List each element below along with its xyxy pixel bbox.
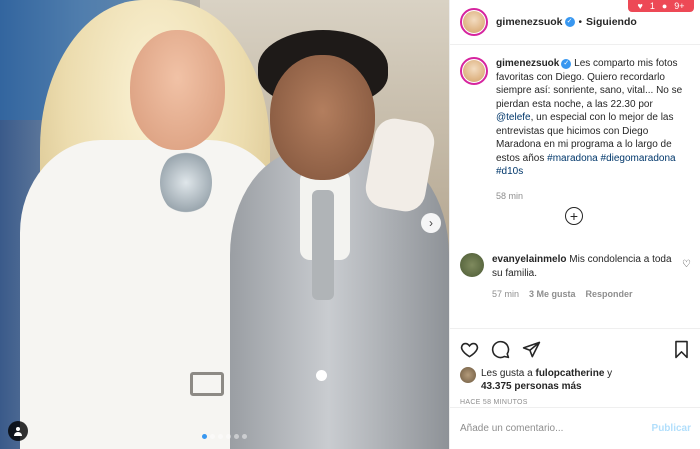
post-timestamp: HACE 58 MINUTOS: [460, 399, 528, 406]
post-header: gimenezsuok ✓ • Siguiendo ♥ 1 ● 9+: [450, 0, 700, 45]
publish-button[interactable]: Publicar: [652, 423, 691, 434]
notification-badge[interactable]: ♥ 1 ● 9+: [628, 0, 694, 12]
comment-time: 57 min: [492, 289, 520, 299]
likes-summary: Les gusta a fulopcatherine y 43.375 pers…: [460, 367, 691, 393]
man-face: [270, 55, 375, 180]
likes-count[interactable]: 43.375 personas más: [481, 381, 582, 392]
carousel-dots: [0, 434, 449, 439]
liker-avatar[interactable]: [460, 367, 476, 383]
caption-time: 58 min: [496, 190, 524, 201]
comment-text: evanyelainmelo Mis condolencia a toda su…: [492, 253, 672, 280]
comments-area: gimenezsuok ✓ Les comparto mis fotos favo…: [450, 45, 700, 328]
heart-notification-icon: ♥: [637, 1, 643, 11]
media-indicator-dot: [316, 370, 327, 381]
action-bar: Les gusta a fulopcatherine y 43.375 pers…: [450, 328, 700, 406]
man-tie: [312, 190, 334, 300]
following-button[interactable]: Siguiendo: [586, 16, 637, 28]
heart-icon[interactable]: [460, 340, 479, 359]
comment-likes[interactable]: 3 Me gusta: [529, 289, 576, 299]
necklace: [160, 150, 212, 215]
header-separator: •: [578, 16, 583, 28]
instagram-post: › gimenezsuok ✓ • Siguiendo ♥ 1 ● 9+ gim…: [0, 0, 700, 449]
liker-username[interactable]: fulopcatherine: [535, 368, 604, 379]
load-more-comments-button[interactable]: +: [565, 207, 583, 225]
tagged-users-button[interactable]: [8, 421, 28, 441]
comment-avatar[interactable]: [460, 253, 484, 277]
carousel-dot: [202, 434, 207, 439]
likes-text: Les gusta a fulopcatherine y 43.375 pers…: [481, 367, 612, 393]
post-image[interactable]: ›: [0, 0, 449, 449]
person-notification-icon: ●: [661, 1, 668, 11]
comment-icon[interactable]: [491, 340, 510, 359]
notif-count-a: 1: [649, 1, 655, 11]
chevron-right-icon: ›: [429, 216, 433, 230]
plus-icon: +: [569, 208, 579, 224]
bookmark-icon[interactable]: [672, 340, 691, 359]
carousel-dot: [210, 434, 215, 439]
belt-buckle: [190, 372, 224, 396]
caption-avatar[interactable]: [460, 57, 488, 85]
carousel-dot: [234, 434, 239, 439]
comment-item: evanyelainmelo Mis condolencia a toda su…: [460, 253, 691, 299]
carousel-dot: [242, 434, 247, 439]
caption: gimenezsuok ✓ Les comparto mis fotos favo…: [460, 57, 690, 179]
avatar[interactable]: [460, 8, 488, 36]
user-icon: [14, 427, 22, 436]
comment-input[interactable]: [460, 423, 652, 434]
comment-meta: 57 min 3 Me gusta Responder: [492, 289, 672, 299]
action-icons: [460, 337, 691, 361]
notif-count-b: 9+: [674, 1, 685, 11]
comment-username[interactable]: evanyelainmelo: [492, 254, 566, 265]
carousel-dot: [218, 434, 223, 439]
mention-link[interactable]: @telefe: [496, 112, 531, 123]
likes-joiner: y: [604, 368, 613, 379]
carousel-dot: [226, 434, 231, 439]
share-icon[interactable]: [522, 340, 541, 359]
add-comment-bar: Publicar: [450, 407, 700, 449]
carousel-next-button[interactable]: ›: [421, 213, 441, 233]
comment-reply-button[interactable]: Responder: [586, 289, 633, 299]
likes-prefix: Les gusta a: [481, 368, 536, 379]
post-sidebar: gimenezsuok ✓ • Siguiendo ♥ 1 ● 9+ gimen…: [449, 0, 700, 449]
verified-badge-icon: ✓: [561, 59, 572, 69]
header-username[interactable]: gimenezsuok: [496, 16, 563, 28]
comment-like-heart-icon[interactable]: ♡: [682, 259, 691, 270]
caption-username[interactable]: gimenezsuok: [496, 58, 559, 69]
verified-badge-icon: ✓: [564, 17, 575, 27]
caption-text: gimenezsuok ✓ Les comparto mis fotos favo…: [496, 57, 690, 179]
woman-face: [130, 30, 225, 150]
